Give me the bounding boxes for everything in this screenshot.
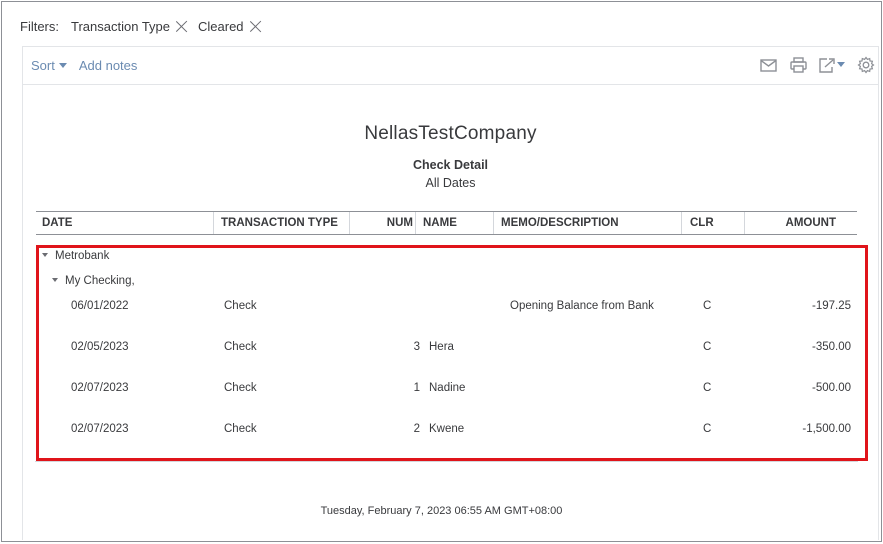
column-header-num[interactable]: NUM xyxy=(350,212,416,234)
report-panel: Sort Add notes NellasTestCompany Check D… xyxy=(22,46,879,540)
cell-date: 02/07/2023 xyxy=(71,423,129,435)
cell-clr: C xyxy=(703,341,712,353)
collapse-triangle-icon[interactable] xyxy=(52,277,58,282)
table-row[interactable]: 02/05/2023 Check 3 Hera C -350.00 xyxy=(2,339,881,355)
table-header: DATE TRANSACTION TYPE NUM NAME MEMO/DESC… xyxy=(36,211,857,235)
filter-chip-transaction-type: Transaction Type xyxy=(71,19,188,34)
cell-num: 1 xyxy=(413,382,420,394)
cell-type[interactable]: Check xyxy=(224,421,257,437)
column-header-memo[interactable]: MEMO/DESCRIPTION xyxy=(494,212,682,234)
cell-type[interactable]: Check xyxy=(224,298,257,314)
cell-name: Hera xyxy=(429,341,454,353)
caret-down-icon xyxy=(58,63,67,68)
table-row[interactable]: 02/07/2023 Check 2 Kwene C -1,500.00 xyxy=(2,421,881,437)
collapse-triangle-icon[interactable] xyxy=(42,252,48,257)
email-icon[interactable] xyxy=(758,55,778,75)
filters-label: Filters: xyxy=(20,18,59,34)
report-toolbar: Sort Add notes xyxy=(23,47,878,85)
group-row-my-checking[interactable]: My Checking, xyxy=(2,273,881,289)
filter-chip-label: Transaction Type xyxy=(71,18,170,34)
report-date-range: All Dates xyxy=(425,176,476,190)
cell-clr: C xyxy=(703,300,712,312)
cell-date: 06/01/2022 xyxy=(71,300,129,312)
cell-name: Kwene xyxy=(429,423,465,435)
group-label: Metrobank xyxy=(55,250,110,262)
group-row-metrobank[interactable]: Metrobank xyxy=(2,248,881,264)
report-footer-timestamp: Tuesday, February 7, 2023 06:55 AM GMT+0… xyxy=(320,505,563,517)
cell-amount[interactable]: -197.25 xyxy=(812,298,851,314)
settings-icon[interactable] xyxy=(856,55,876,75)
filters-bar: Filters: Transaction Type Cleared xyxy=(20,16,272,36)
close-icon[interactable] xyxy=(175,20,188,33)
column-header-clr[interactable]: CLR xyxy=(682,212,745,234)
table-row[interactable]: 02/07/2023 Check 1 Nadine C -500.00 xyxy=(2,380,881,396)
export-icon[interactable] xyxy=(818,55,846,75)
filter-chip-label: Cleared xyxy=(198,18,244,34)
close-icon[interactable] xyxy=(249,20,262,33)
report-title: Check Detail xyxy=(412,158,489,172)
divider xyxy=(35,461,858,462)
cell-date: 02/07/2023 xyxy=(71,382,129,394)
subgroup-label: My Checking, xyxy=(65,275,135,287)
cell-num: 2 xyxy=(413,423,420,435)
cell-amount[interactable]: -1,500.00 xyxy=(802,421,851,437)
company-name: NellasTestCompany xyxy=(364,123,537,144)
cell-amount[interactable]: -350.00 xyxy=(812,339,851,355)
cell-amount[interactable]: -500.00 xyxy=(812,380,851,396)
sort-dropdown[interactable]: Sort xyxy=(31,58,67,73)
table-row[interactable]: 06/01/2022 Check Opening Balance from Ba… xyxy=(2,298,881,314)
cell-name: Nadine xyxy=(429,382,466,394)
add-notes-link[interactable]: Add notes xyxy=(79,58,138,73)
print-icon[interactable] xyxy=(788,55,808,75)
column-header-name[interactable]: NAME xyxy=(416,212,494,234)
cell-clr: C xyxy=(703,423,712,435)
column-header-amount[interactable]: AMOUNT xyxy=(745,212,857,234)
report-actions xyxy=(758,55,876,75)
sort-label: Sort xyxy=(31,58,55,73)
column-header-transaction-type[interactable]: TRANSACTION TYPE xyxy=(214,212,350,234)
cell-type[interactable]: Check xyxy=(224,339,257,355)
filter-chip-cleared: Cleared xyxy=(198,19,262,34)
cell-num: 3 xyxy=(413,341,420,353)
column-header-date[interactable]: DATE xyxy=(36,212,214,234)
report-window: Filters: Transaction Type Cleared Sort A… xyxy=(1,1,882,542)
cell-type[interactable]: Check xyxy=(224,380,257,396)
cell-memo: Opening Balance from Bank xyxy=(510,300,654,312)
cell-clr: C xyxy=(703,382,712,394)
cell-date: 02/05/2023 xyxy=(71,341,129,353)
